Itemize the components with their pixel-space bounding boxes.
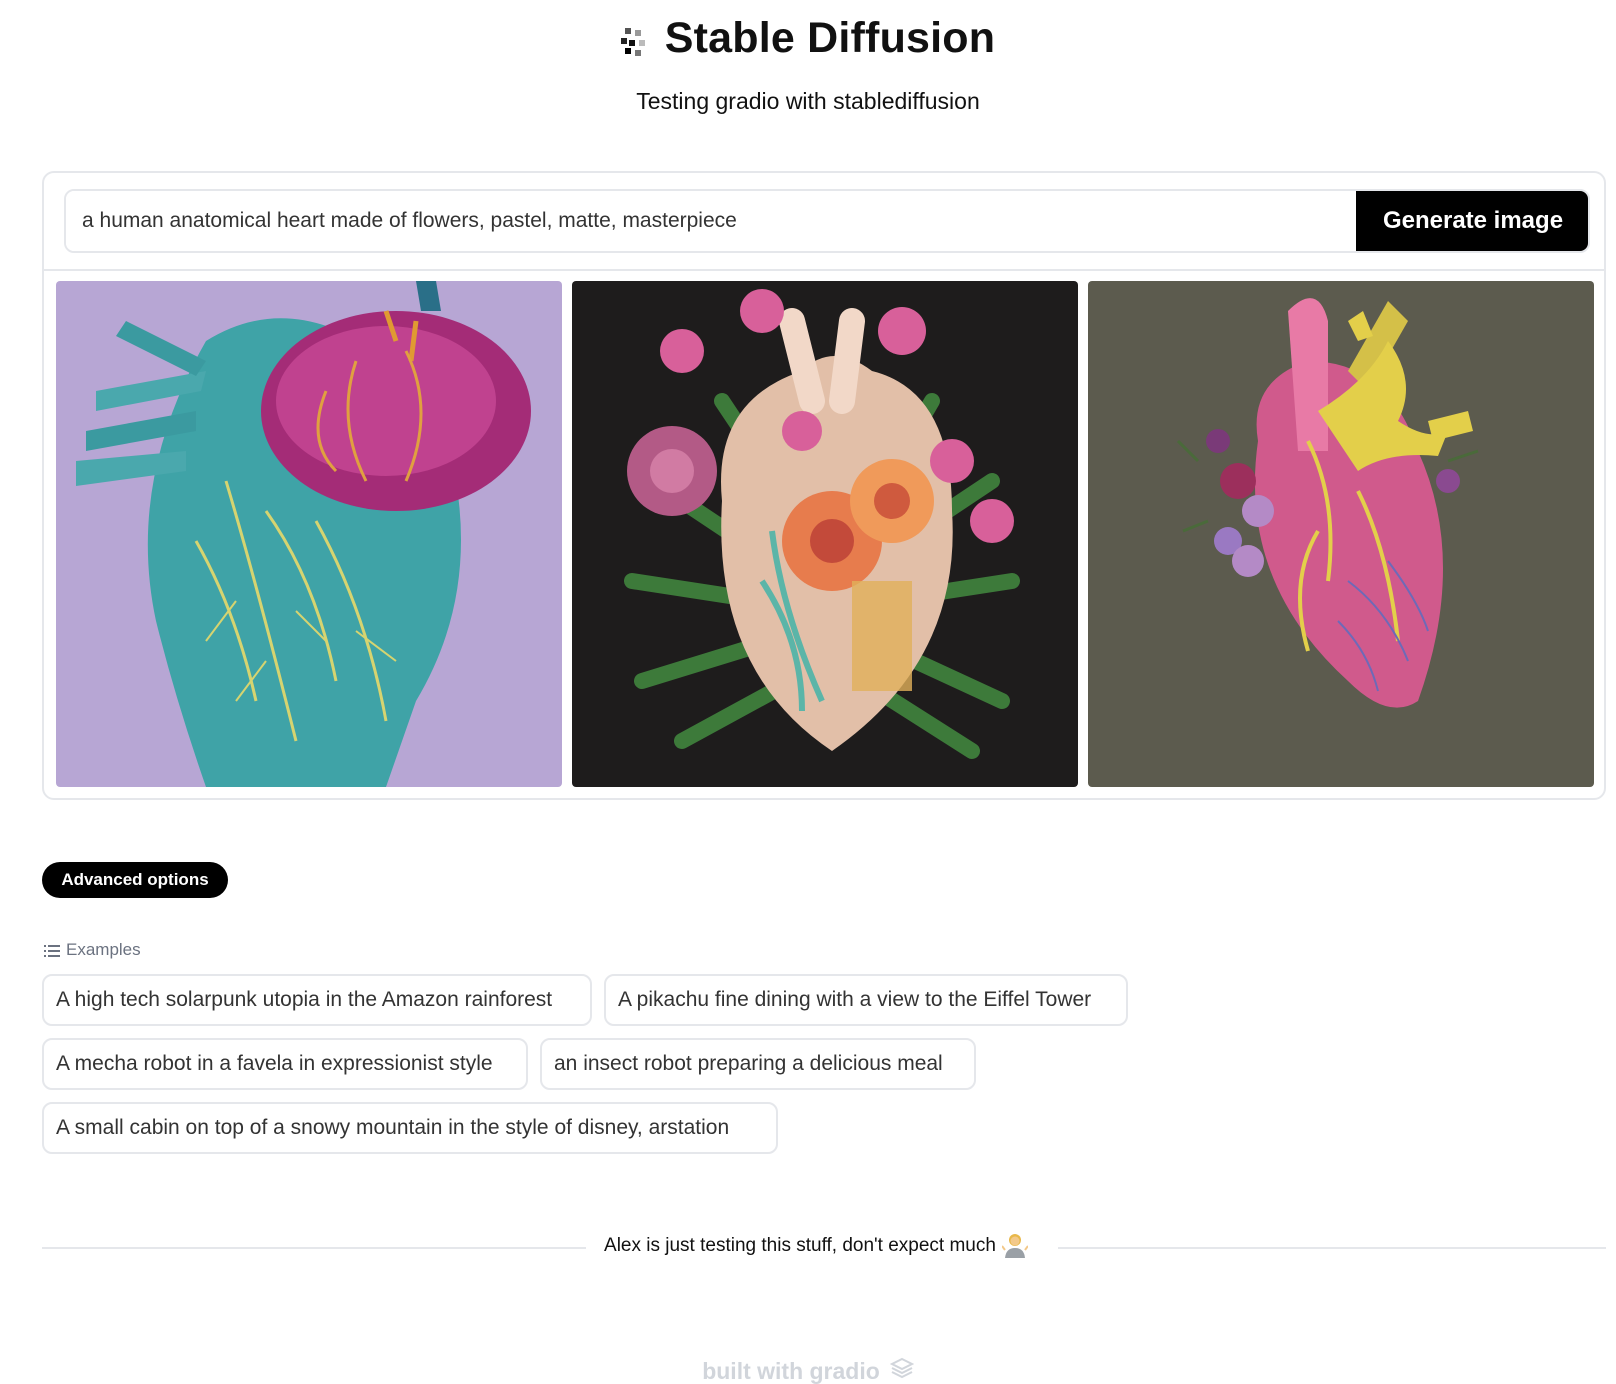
person-shrugging-icon xyxy=(1001,1232,1029,1260)
gradio-logo-icon xyxy=(889,1356,915,1384)
page-title: Stable Diffusion xyxy=(664,14,996,62)
example-chip[interactable]: A high tech solarpunk utopia in the Amaz… xyxy=(42,974,592,1026)
examples-label: Examples xyxy=(44,940,141,960)
list-icon xyxy=(44,943,60,957)
gallery-image-2[interactable] xyxy=(572,281,1078,787)
gallery-image-1[interactable] xyxy=(56,281,562,787)
example-chip[interactable]: an insect robot preparing a delicious me… xyxy=(540,1038,976,1090)
examples-label-text: Examples xyxy=(66,940,141,959)
pixel-logo-icon xyxy=(620,27,647,58)
generated-image-heart-teal-icon xyxy=(56,281,562,787)
generated-image-heart-pink-icon xyxy=(1088,281,1594,787)
generated-image-heart-flowers-icon xyxy=(572,281,1078,787)
footer-divider-right xyxy=(1058,1247,1606,1249)
title-row: Stable Diffusion xyxy=(0,14,1616,63)
example-chip[interactable]: A pikachu fine dining with a view to the… xyxy=(604,974,1128,1026)
example-chip[interactable]: A mecha robot in a favela in expressioni… xyxy=(42,1038,528,1090)
footer-divider-left xyxy=(42,1247,586,1249)
footer-note: Alex is just testing this stuff, don't e… xyxy=(586,1232,1046,1260)
prompt-input[interactable] xyxy=(66,191,1362,251)
footer-note-text: Alex is just testing this stuff, don't e… xyxy=(604,1235,996,1256)
example-chip[interactable]: A small cabin on top of a snowy mountain… xyxy=(42,1102,778,1154)
gallery-image-3[interactable] xyxy=(1088,281,1594,787)
built-with-gradio-link[interactable]: built with gradio xyxy=(702,1358,880,1384)
page-subtitle: Testing gradio with stablediffusion xyxy=(636,88,980,114)
generation-panel: Generate image xyxy=(42,171,1606,800)
image-gallery xyxy=(56,281,1594,789)
generate-image-button[interactable]: Generate image xyxy=(1356,191,1588,251)
advanced-options-button[interactable]: Advanced options xyxy=(42,862,228,898)
panel-divider xyxy=(44,269,1604,271)
prompt-row: Generate image xyxy=(64,189,1590,253)
built-with-gradio: built with gradio xyxy=(0,1356,1616,1384)
